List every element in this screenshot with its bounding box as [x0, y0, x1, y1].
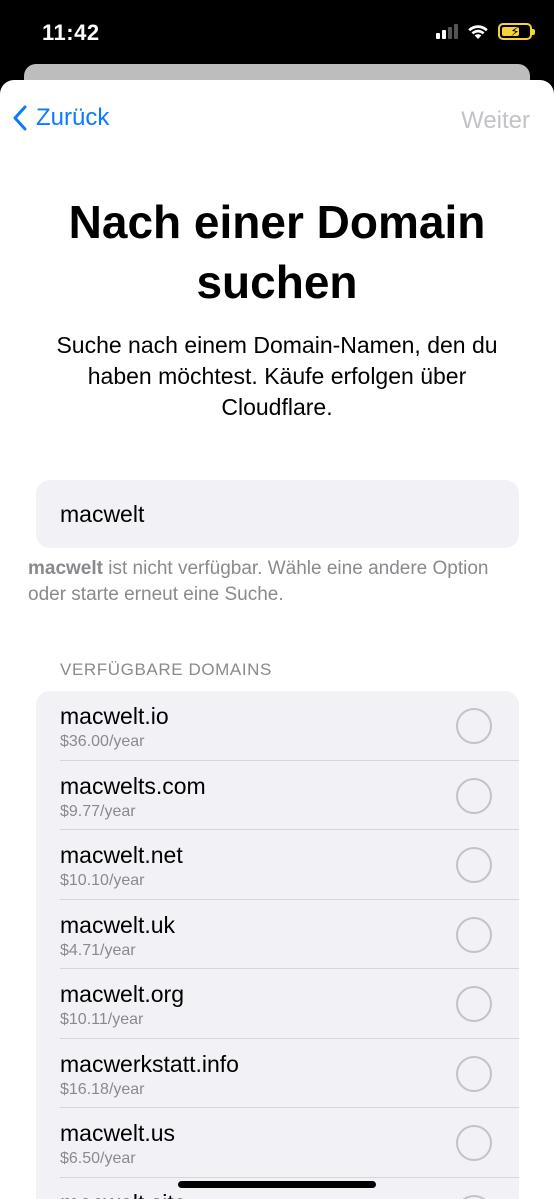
chevron-left-icon: [13, 105, 27, 131]
domain-name: macwelt.net: [60, 842, 183, 868]
domain-price: $10.11/year: [60, 1011, 144, 1028]
status-bar: 11:42 ⚡: [0, 0, 554, 70]
status-icons: ⚡: [436, 22, 535, 40]
next-button[interactable]: Weiter: [461, 107, 530, 135]
domain-row[interactable]: macwelts.com $9.77/year: [36, 761, 519, 831]
wifi-icon: [468, 25, 488, 39]
radio-button[interactable]: [456, 847, 492, 883]
cellular-signal-icon: [436, 23, 458, 39]
nav-bar: Zurück Weiter: [0, 80, 554, 164]
domain-price: $6.50/year: [60, 1150, 136, 1167]
charging-bolt-icon: ⚡: [510, 23, 520, 39]
domain-row[interactable]: macwelt.uk $4.71/year: [36, 900, 519, 970]
domain-name: macwelt.site: [60, 1190, 187, 1199]
battery-icon: ⚡: [498, 22, 535, 40]
domain-name: macwelt.org: [60, 981, 184, 1007]
domain-price: $9.77/year: [60, 802, 136, 820]
domain-name: macwelt.us: [60, 1120, 176, 1146]
status-time: 11:42: [42, 20, 100, 45]
domain-row[interactable]: macwelt.io $36.00/year: [36, 691, 519, 761]
domain-list: macwelt.io $36.00/year macwelts.com $9.7…: [36, 691, 519, 1199]
radio-button[interactable]: [456, 1055, 492, 1092]
home-indicator: [178, 1181, 376, 1188]
domain-row[interactable]: macwerkstatt.info $16.18/year: [36, 1039, 519, 1109]
domain-row[interactable]: macwelt.us $6.50/year: [36, 1108, 519, 1178]
radio-button[interactable]: [456, 1125, 492, 1161]
radio-button[interactable]: [456, 986, 492, 1022]
unavailable-notice: macwelt ist nicht verfügbar. Wähle eine …: [28, 556, 528, 608]
back-label: Zurück: [36, 104, 110, 131]
domain-name: macwerkstatt.info: [60, 1050, 239, 1077]
domain-name: macwelt.uk: [60, 911, 176, 938]
domain-row[interactable]: macwelt.net $10.10/year: [36, 830, 519, 900]
page-subtitle: Suche nach einem Domain-Namen, den du ha…: [56, 332, 498, 420]
notice-term: macwelt: [28, 558, 103, 579]
back-button[interactable]: Zurück: [12, 104, 109, 132]
radio-button[interactable]: [456, 708, 492, 744]
domain-price: $10.10/year: [60, 872, 145, 889]
section-header: VERFÜGBARE DOMAINS: [60, 660, 272, 679]
radio-button[interactable]: [456, 777, 492, 814]
radio-button[interactable]: [456, 1194, 492, 1199]
sheet: Zurück Weiter Nach einer Domain suchen S…: [0, 80, 554, 1199]
domain-row[interactable]: macwelt.org $10.11/year: [36, 969, 519, 1039]
domain-name: macwelt.io: [60, 703, 169, 729]
domain-price: $36.00/year: [60, 733, 145, 750]
domain-price: $16.18/year: [60, 1080, 145, 1098]
domain-name: macwelts.com: [60, 772, 206, 799]
domain-search-input[interactable]: macwelt: [36, 480, 519, 548]
domain-price: $4.71/year: [60, 941, 136, 959]
radio-button[interactable]: [456, 916, 492, 953]
page-title: Nach einer Domain suchen: [68, 196, 486, 308]
